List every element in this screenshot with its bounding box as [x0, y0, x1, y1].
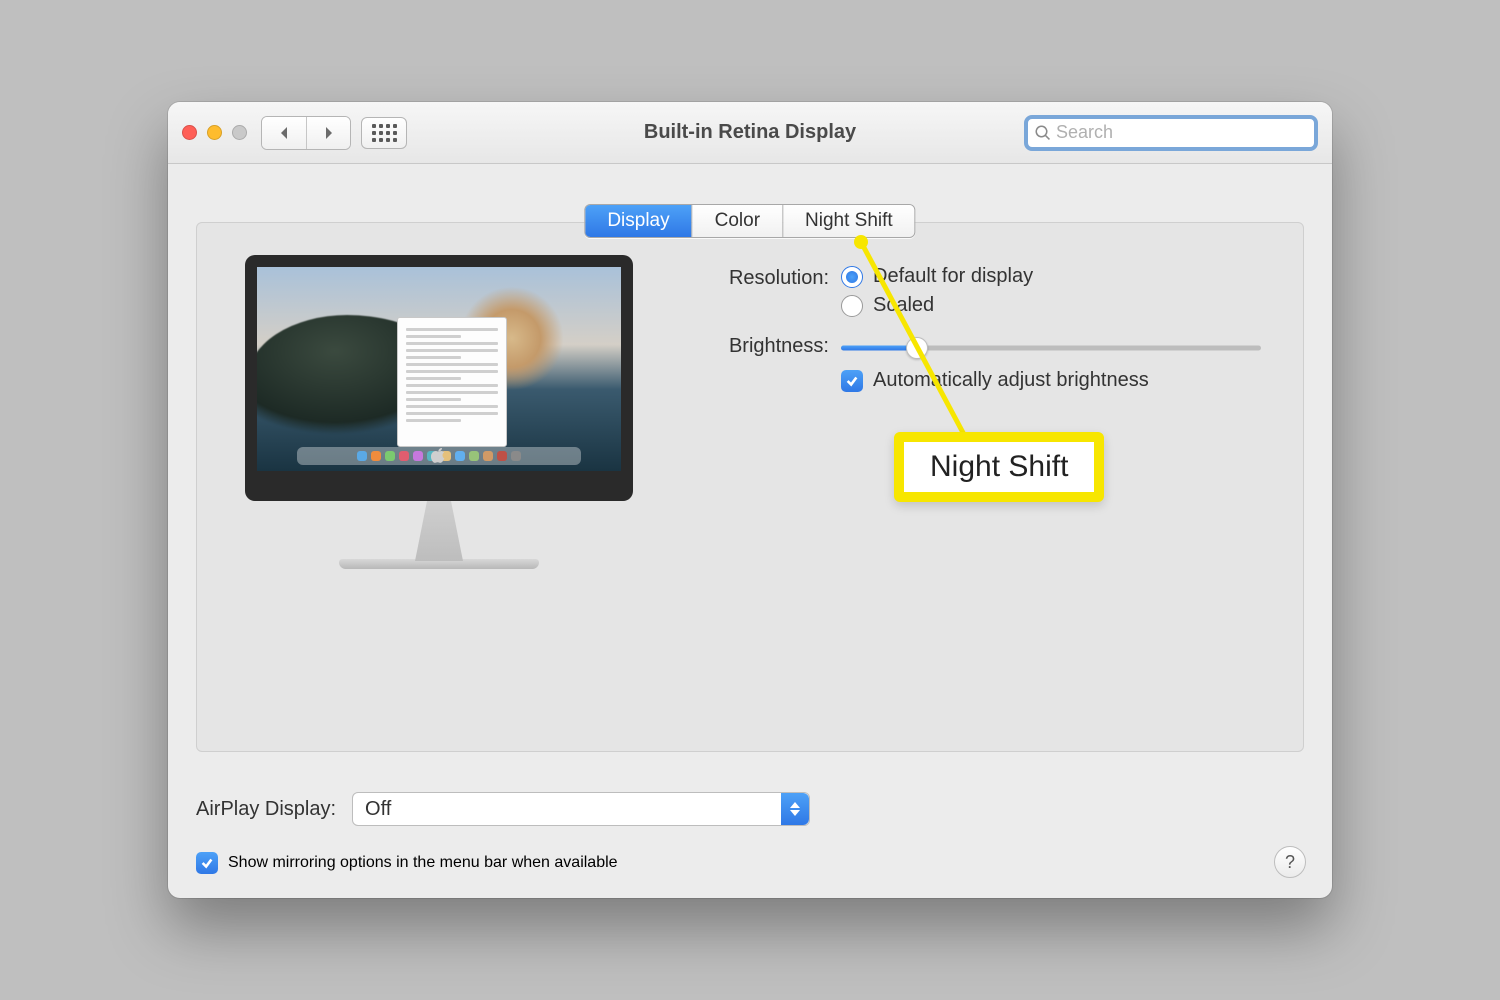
resolution-scaled-radio[interactable]: [841, 295, 863, 317]
display-preview: [245, 255, 633, 569]
help-button[interactable]: ?: [1274, 846, 1306, 878]
resolution-default-radio[interactable]: [841, 266, 863, 288]
show-mirroring-checkbox[interactable]: [196, 852, 218, 874]
forward-button[interactable]: [306, 117, 350, 149]
airplay-select[interactable]: Off: [352, 792, 810, 826]
tab-color[interactable]: Color: [692, 205, 782, 237]
search-field[interactable]: [1024, 115, 1318, 151]
brightness-slider[interactable]: [841, 337, 1261, 359]
grid-icon: [372, 124, 397, 142]
display-preview-screen: [245, 255, 633, 501]
search-icon: [1034, 124, 1052, 142]
window-controls: [182, 125, 247, 140]
airplay-value: Off: [365, 798, 391, 821]
preferences-window: Built-in Retina Display Display Color Ni…: [168, 102, 1332, 898]
minimize-window-button[interactable]: [207, 125, 222, 140]
airplay-label: AirPlay Display:: [196, 798, 336, 821]
nav-buttons: [261, 116, 351, 150]
auto-brightness-label: Automatically adjust brightness: [873, 369, 1149, 392]
question-mark-icon: ?: [1285, 852, 1295, 873]
titlebar: Built-in Retina Display: [168, 102, 1332, 164]
tab-night-shift[interactable]: Night Shift: [782, 205, 915, 237]
chevron-right-icon: [323, 125, 335, 141]
tab-bar: Display Color Night Shift: [584, 204, 915, 238]
auto-brightness-checkbox[interactable]: [841, 370, 863, 392]
night-shift-callout: Night Shift: [894, 432, 1104, 502]
check-icon: [845, 374, 859, 388]
resolution-scaled-label: Scaled: [873, 294, 934, 317]
resolution-default-label: Default for display: [873, 265, 1033, 288]
back-button[interactable]: [262, 117, 306, 149]
display-settings: Resolution: Default for display Scaled B…: [707, 265, 1273, 402]
bottom-section: AirPlay Display: Off Show mirroring opti…: [196, 792, 1304, 874]
close-window-button[interactable]: [182, 125, 197, 140]
tab-display[interactable]: Display: [585, 205, 691, 237]
display-stand: [399, 501, 479, 561]
show-all-button[interactable]: [361, 117, 407, 149]
chevron-left-icon: [278, 125, 290, 141]
brightness-slider-knob[interactable]: [906, 337, 928, 359]
zoom-window-button[interactable]: [232, 125, 247, 140]
show-mirroring-label: Show mirroring options in the menu bar w…: [228, 854, 618, 872]
preview-document-window: [397, 317, 507, 447]
check-icon: [200, 856, 214, 870]
search-input[interactable]: [1056, 122, 1308, 143]
brightness-label: Brightness:: [707, 333, 841, 358]
content-panel: Resolution: Default for display Scaled B…: [196, 222, 1304, 752]
resolution-label: Resolution:: [707, 265, 841, 290]
select-arrows-icon: [781, 793, 809, 825]
apple-logo-icon: [431, 446, 447, 464]
